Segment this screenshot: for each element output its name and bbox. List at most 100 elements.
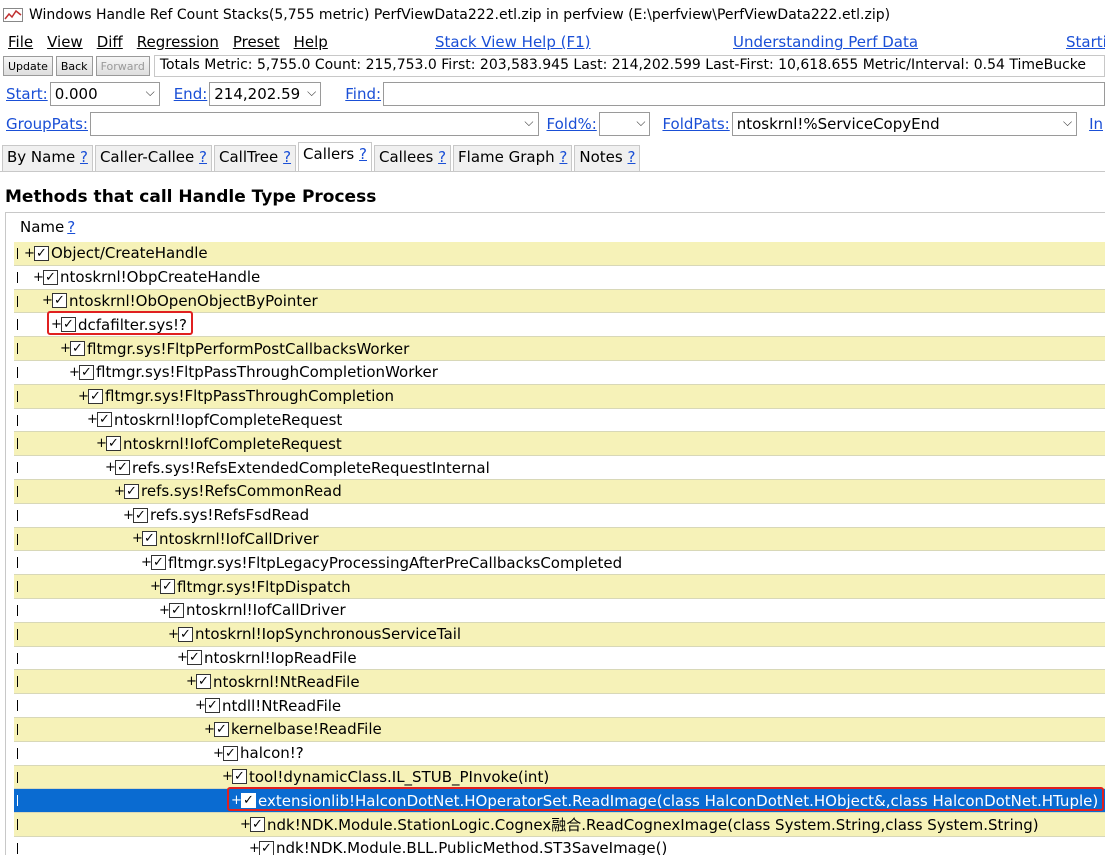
tab-notes[interactable]: Notes ? (574, 145, 641, 171)
row-checkbox[interactable]: ✓ (34, 245, 49, 261)
tab-calltree-help[interactable]: ? (283, 148, 291, 166)
expand-icon[interactable]: + (114, 484, 125, 499)
tree-row[interactable]: + ✓ fltmgr.sys!FltpPerformPostCallbacksWor… (14, 337, 1105, 361)
menu-diff[interactable]: Diff (97, 33, 123, 51)
expand-icon[interactable]: + (132, 531, 143, 546)
expand-icon[interactable]: + (96, 436, 107, 451)
tree-row[interactable]: + ✓ ndk!NDK.Module.StationLogic.Cognex融合.R… (14, 813, 1105, 837)
row-checkbox[interactable]: ✓ (241, 793, 256, 809)
end-label[interactable]: End: (174, 85, 208, 103)
tree-row[interactable]: + ✓ ntdll!NtReadFile (14, 694, 1105, 718)
callers-tree-grid[interactable]: Name ? + ✓ Object/CreateHandle + ✓ ntoskrnl!O… (5, 212, 1105, 855)
expand-icon[interactable]: + (240, 817, 251, 832)
expand-icon[interactable]: + (24, 246, 35, 261)
update-button[interactable]: Update (3, 56, 53, 76)
expand-icon[interactable]: + (159, 603, 170, 618)
tree-row[interactable]: + ✓ fltmgr.sys!FltpLegacyProcessingAfterPr… (14, 551, 1105, 576)
tree-row[interactable]: + ✓ fltmgr.sys!FltpPassThroughCompletion (14, 384, 1105, 409)
menu-file[interactable]: File (8, 33, 33, 51)
expand-icon[interactable]: + (141, 555, 152, 570)
expand-icon[interactable]: + (150, 579, 161, 594)
menu-regression[interactable]: Regression (137, 33, 219, 51)
expand-icon[interactable]: + (204, 722, 215, 737)
tree-row[interactable]: + ✓ extensionlib!HalconDotNet.HOperatorSet… (14, 787, 1105, 814)
row-checkbox[interactable]: ✓ (214, 721, 229, 737)
find-input[interactable] (383, 82, 1105, 106)
start-label[interactable]: Start: (6, 85, 48, 103)
expand-icon[interactable]: + (213, 746, 224, 761)
menu-view[interactable]: View (47, 33, 83, 51)
row-checkbox[interactable]: ✓ (124, 483, 139, 499)
row-checkbox[interactable]: ✓ (259, 840, 274, 855)
expand-icon[interactable]: + (195, 698, 206, 713)
tree-row[interactable]: + ✓ refs.sys!RefsCommonRead (14, 479, 1105, 504)
row-checkbox[interactable]: ✓ (61, 317, 76, 333)
expand-icon[interactable]: + (51, 317, 62, 332)
row-checkbox[interactable]: ✓ (115, 460, 130, 476)
fold-percent-combo[interactable]: ⌵ (598, 112, 651, 136)
incpats-label[interactable]: In (1089, 115, 1103, 133)
tree-row[interactable]: + ✓ ntoskrnl!IopfCompleteRequest (14, 408, 1105, 433)
tab-flame-graph-help[interactable]: ? (559, 148, 567, 166)
row-checkbox[interactable]: ✓ (43, 269, 58, 285)
tab-caller-callee-help[interactable]: ? (199, 148, 207, 166)
row-checkbox[interactable]: ✓ (151, 555, 166, 571)
expand-icon[interactable]: + (87, 412, 98, 427)
expand-icon[interactable]: + (78, 389, 89, 404)
expand-icon[interactable]: + (186, 674, 197, 689)
expand-icon[interactable]: + (42, 293, 53, 308)
row-checkbox[interactable]: ✓ (70, 341, 85, 357)
expand-icon[interactable]: + (231, 793, 242, 808)
tab-callers[interactable]: Callers ? (298, 142, 372, 171)
tab-by-name-help[interactable]: ? (80, 148, 88, 166)
menu-help[interactable]: Help (294, 33, 328, 51)
row-checkbox[interactable]: ✓ (97, 412, 112, 428)
column-header-name[interactable]: Name ? (6, 213, 1105, 241)
row-checkbox[interactable]: ✓ (160, 579, 175, 595)
expand-icon[interactable]: + (168, 627, 179, 642)
tree-row[interactable]: + ✓ halcon!? (14, 741, 1105, 766)
start-combo[interactable]: 0.000 ⌵ (49, 82, 160, 106)
expand-icon[interactable]: + (177, 650, 188, 665)
tab-callees-help[interactable]: ? (438, 148, 446, 166)
expand-icon[interactable]: + (123, 508, 134, 523)
grouppats-label[interactable]: GroupPats: (6, 115, 88, 133)
foldpats-label[interactable]: FoldPats: (662, 115, 729, 133)
stack-view-help-link[interactable]: Stack View Help (F1) (435, 33, 591, 51)
expand-icon[interactable]: + (33, 270, 44, 285)
tree-row[interactable]: + ✓ ntoskrnl!IofCallDriver (14, 598, 1105, 623)
tab-flame-graph[interactable]: Flame Graph ? (453, 145, 573, 171)
expand-icon[interactable]: + (105, 460, 116, 475)
row-checkbox[interactable]: ✓ (88, 388, 103, 404)
tab-caller-callee[interactable]: Caller-Callee ? (94, 145, 213, 171)
tree-row[interactable]: + ✓ ntoskrnl!IopSynchronousServiceTail (14, 622, 1105, 647)
tree-row[interactable]: + ✓ dcfafilter.sys!? (14, 311, 1105, 338)
tree-row[interactable]: + ✓ kernelbase!ReadFile (14, 717, 1105, 742)
row-checkbox[interactable]: ✓ (205, 698, 220, 714)
fold-percent-label[interactable]: Fold%: (547, 115, 597, 133)
tab-by-name[interactable]: By Name ? (2, 145, 93, 171)
expand-icon[interactable]: + (60, 341, 71, 356)
totals-textbox[interactable]: Totals Metric: 5,755.0 Count: 215,753.0 … (153, 55, 1105, 77)
tree-row[interactable]: + ✓ ntoskrnl!IofCompleteRequest (14, 432, 1105, 457)
row-checkbox[interactable]: ✓ (106, 436, 121, 452)
menu-preset[interactable]: Preset (233, 33, 280, 51)
tree-row[interactable]: + ✓ ntoskrnl!IopReadFile (14, 646, 1105, 671)
tree-row[interactable]: + ✓ fltmgr.sys!FltpDispatch (14, 575, 1105, 599)
expand-icon[interactable]: + (249, 841, 260, 855)
tab-calltree[interactable]: CallTree ? (214, 145, 297, 171)
tab-callees[interactable]: Callees ? (374, 145, 452, 171)
understanding-perf-data-link[interactable]: Understanding Perf Data (733, 33, 918, 51)
find-label[interactable]: Find: (345, 85, 381, 103)
tree-row[interactable]: + ✓ ntoskrnl!ObpCreateHandle (14, 265, 1105, 290)
row-checkbox[interactable]: ✓ (196, 674, 211, 690)
tree-row[interactable]: + ✓ refs.sys!RefsExtendedCompleteRequestIn… (14, 456, 1105, 480)
row-checkbox[interactable]: ✓ (223, 745, 238, 761)
tree-row[interactable]: + ✓ ndk!NDK.Module.BLL.PublicMethod.ST3Sav… (14, 836, 1105, 855)
forward-button[interactable]: Forward (95, 56, 150, 76)
tree-row[interactable]: + ✓ ntoskrnl!ObOpenObjectByPointer (14, 289, 1105, 314)
tree-row[interactable]: + ✓ ntoskrnl!IofCallDriver (14, 527, 1105, 552)
row-checkbox[interactable]: ✓ (250, 817, 265, 833)
column-header-help[interactable]: ? (67, 218, 75, 236)
foldpats-combo[interactable]: ntoskrnl!%ServiceCopyEnd ⌵ (731, 112, 1078, 136)
